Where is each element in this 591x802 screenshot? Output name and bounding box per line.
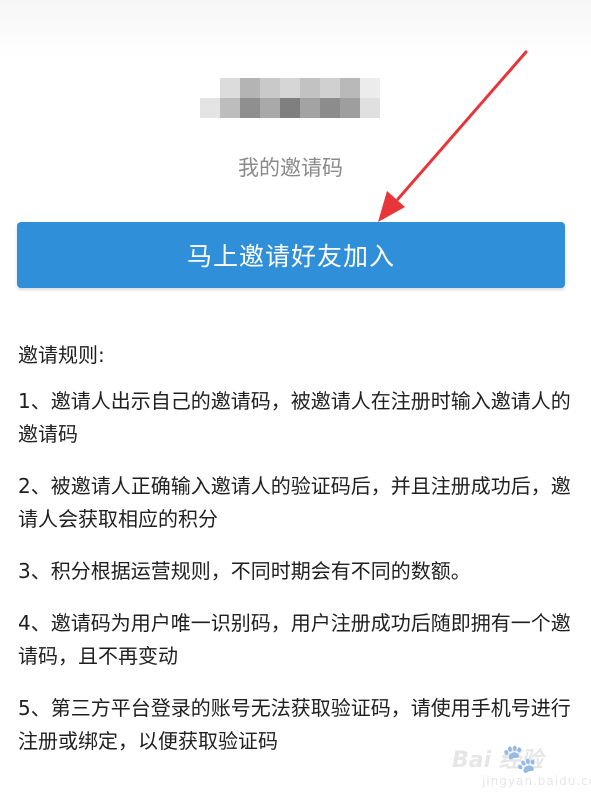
invite-friends-button[interactable]: 马上邀请好友加入	[17, 222, 565, 288]
blurred-invite-code	[200, 78, 380, 118]
top-background	[0, 0, 591, 60]
baidu-paw-icon: 🐾	[502, 742, 537, 775]
rule-item: 3、积分根据运营规则，不同时期会有不同的数额。	[18, 559, 471, 583]
rule-item: 1、邀请人出示自己的邀请码，被邀请人在注册时输入邀请人的邀请码	[18, 389, 571, 446]
rule-item: 2、被邀请人正确输入邀请人的验证码后，并且注册成功后，邀请人会获取相应的积分	[18, 474, 571, 531]
invite-rules: 邀请规则: 1、邀请人出示自己的邀请码，被邀请人在注册时输入邀请人的邀请码 2、…	[18, 338, 578, 777]
rules-title: 邀请规则:	[18, 343, 105, 367]
watermark-url: jingyan.baidu.com	[482, 774, 591, 788]
baidu-watermark: Bai 经验 🐾 jingyan.baidu.com	[452, 738, 591, 794]
rule-item: 4、邀请码为用户唯一识别码，用户注册成功后随即拥有一个邀请码，且不再变动	[18, 611, 571, 668]
arrow-head	[378, 191, 405, 222]
my-invite-code-label: 我的邀请码	[238, 156, 343, 180]
